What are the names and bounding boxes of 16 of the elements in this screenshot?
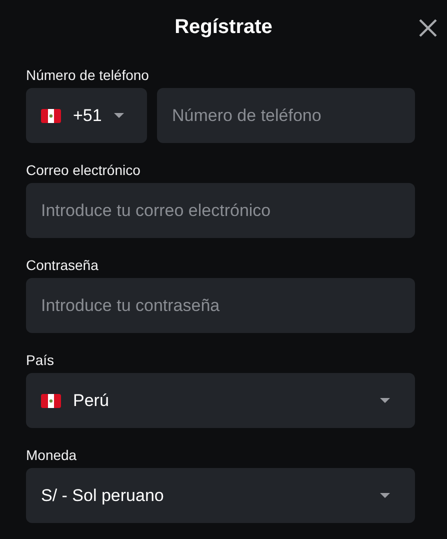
field-label: Contraseña xyxy=(26,256,100,274)
dialog-title: Regístrate xyxy=(174,16,272,38)
select-field[interactable]: Perú xyxy=(26,373,415,428)
select-field[interactable]: S/ - Sol peruano xyxy=(26,468,415,523)
input-field[interactable]: Introduce tu correo electrónico xyxy=(26,183,415,238)
caret-icon xyxy=(380,398,390,403)
country-code-select[interactable]: +51 xyxy=(26,88,147,143)
phone-input[interactable]: Número de teléfono xyxy=(157,88,415,143)
field-label: País xyxy=(26,351,56,369)
field-label: Número de teléfono xyxy=(26,66,150,84)
field-label: Correo electrónico xyxy=(26,161,142,179)
field-label: Moneda xyxy=(26,446,78,464)
caret-icon xyxy=(380,493,390,498)
close-icon[interactable] xyxy=(418,18,438,38)
input-field[interactable]: Introduce tu contraseña xyxy=(26,278,415,333)
caret-icon xyxy=(114,113,124,118)
